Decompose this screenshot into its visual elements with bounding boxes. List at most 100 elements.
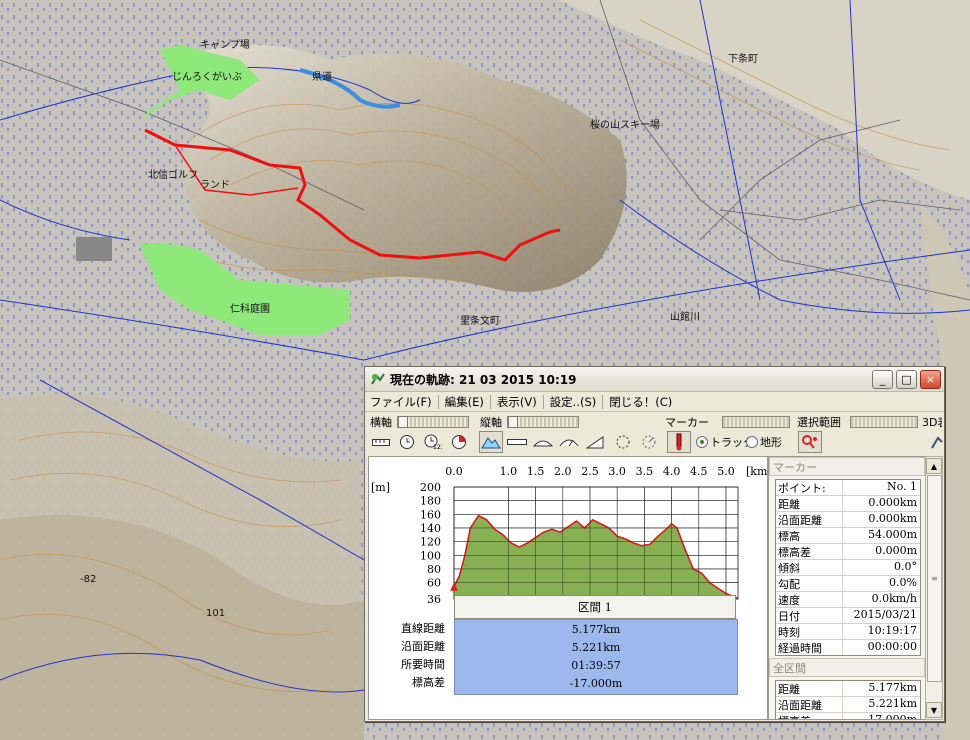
info-value: 5.177km: [868, 681, 917, 694]
info-row: 沿面距離 5.221km: [776, 697, 920, 713]
elevation-diff-label: 標高差: [412, 676, 445, 689]
info-key: 速度: [776, 592, 843, 607]
x-tick-label: 2.0: [554, 465, 572, 478]
slider-knob[interactable]: [508, 416, 518, 428]
info-row: 傾斜 0.0°: [776, 560, 920, 576]
flat-ruler-icon[interactable]: [505, 431, 529, 453]
info-row: 標高差 -17.000m: [776, 713, 920, 719]
marker-grid: ポイント: No. 1 距離 0.000km 沿面距離 0.000km 標高 54.000m 標…: [775, 479, 921, 656]
map-label: じんろくがいぶ: [172, 70, 242, 83]
info-key: 日付: [776, 608, 843, 623]
elevation-profile-window: 現在の軌跡: 21 03 2015 10:19 _ □ × ファイル(F) 編集…: [364, 366, 945, 722]
info-key: 沿面距離: [776, 512, 843, 527]
scroll-down-arrow[interactable]: ▼: [926, 702, 942, 718]
y-tick-label: 100: [420, 549, 441, 562]
thermometer-marker-icon[interactable]: [667, 431, 691, 453]
info-key: 距離: [776, 496, 843, 511]
x-tick-label: 4.0: [663, 465, 681, 478]
info-value: 0.0%: [889, 576, 917, 589]
mountain-profile-icon[interactable]: [479, 431, 503, 453]
info-key: 標高差: [776, 713, 843, 719]
map-label: ランド: [200, 179, 230, 191]
section-header[interactable]: 区間 1: [454, 595, 736, 619]
dashed-circle-icon[interactable]: [611, 431, 635, 453]
toolbar: 横軸 縦軸 マーカー 選択範囲 3D表 123 トラック 地形: [365, 412, 944, 454]
info-value: 00:00:00: [867, 640, 917, 653]
elevation-chart-pane[interactable]: 0.0 1.0 1.5 2.0 2.5 3.0 3.5 4.0 4.5 5.0 [km] 200180…: [368, 456, 768, 720]
info-key: 標高差: [776, 544, 843, 559]
scroll-thumb[interactable]: ≡: [927, 475, 942, 682]
y-tick-label: 36: [427, 593, 441, 606]
y-tick-label: 200: [420, 481, 441, 494]
marker-search-icon[interactable]: [798, 431, 822, 453]
scroll-up-arrow[interactable]: ▲: [926, 458, 942, 474]
title-bar[interactable]: 現在の軌跡: 21 03 2015 10:19 _ □ ×: [365, 367, 944, 392]
y-tick-label: 160: [420, 508, 441, 521]
info-key: 傾斜: [776, 560, 843, 575]
info-value: 0.000m: [875, 544, 917, 557]
info-row: 日付 2015/03/21: [776, 608, 920, 624]
slope-icon[interactable]: [583, 431, 607, 453]
x-tick-label: 3.5: [636, 465, 654, 478]
arc-ruler-icon[interactable]: [531, 431, 555, 453]
menu-edit[interactable]: 編集(E): [440, 394, 489, 410]
marker-slider[interactable]: [722, 416, 790, 428]
clock-icon[interactable]: [395, 431, 419, 453]
slider-knob[interactable]: [398, 416, 408, 428]
minimize-button[interactable]: _: [872, 369, 893, 389]
map-label: 桜の山スキー場: [590, 118, 660, 131]
menu-bar: ファイル(F) 編集(E) 表示(V) 設定..(S) 閉じる！(C): [365, 392, 944, 412]
y-tick-label: 140: [420, 522, 441, 535]
menu-close[interactable]: 閉じる！(C): [604, 394, 677, 410]
elapsed-time-label: 所要時間: [401, 658, 445, 671]
pin-tool-icon[interactable]: [925, 431, 949, 453]
svg-text:123: 123: [433, 444, 442, 450]
map-label: 北信ゴルフ: [148, 168, 198, 181]
h-axis-slider[interactable]: [397, 416, 469, 428]
menu-separator: [437, 394, 439, 409]
info-key: ポイント:: [776, 480, 843, 495]
dashed-circle-alt-icon[interactable]: [637, 431, 661, 453]
gauge-icon[interactable]: [557, 431, 581, 453]
all-sections-grid: 距離 5.177km 沿面距離 5.221km 標高差 -17.000m: [775, 680, 921, 719]
terrain-radio[interactable]: 地形: [746, 434, 782, 450]
map-label: キャンプ場: [200, 38, 250, 51]
maximize-button[interactable]: □: [896, 369, 917, 389]
y-tick-label: 180: [420, 495, 441, 508]
info-value: 0.0°: [894, 560, 917, 573]
info-value: 2015/03/21: [853, 608, 917, 621]
surface-distance-label: 沿面距離: [401, 640, 445, 653]
menu-view[interactable]: 表示(V): [492, 394, 542, 410]
all-sections-group-header: 全区間: [769, 658, 925, 677]
pie-clock-icon[interactable]: [447, 431, 471, 453]
track-radio-dot[interactable]: [696, 436, 708, 448]
menu-separator: [542, 394, 544, 409]
info-key: 沿面距離: [776, 697, 843, 712]
info-value: 10:19:17: [867, 624, 917, 637]
info-panel-scrollbar[interactable]: ▲ ≡ ▼: [925, 456, 943, 720]
x-tick-label: 1.5: [527, 465, 545, 478]
menu-separator: [489, 394, 491, 409]
straight-distance-value: 5.177km: [571, 622, 621, 636]
elapsed-time-value: 01:39:57: [571, 658, 621, 672]
selection-slider[interactable]: [850, 416, 918, 428]
v-axis-slider[interactable]: [507, 416, 579, 428]
info-row: 標高差 0.000m: [776, 544, 920, 560]
terrain-radio-dot[interactable]: [746, 436, 758, 448]
info-row: 経過時間 00:00:00: [776, 640, 920, 655]
map-label: 下条町: [728, 52, 758, 65]
info-value: No. 1: [886, 480, 917, 493]
info-value: 0.0km/h: [871, 592, 917, 605]
info-key: 距離: [776, 681, 843, 696]
close-button[interactable]: ×: [920, 369, 941, 389]
menu-settings[interactable]: 設定..(S): [545, 394, 602, 410]
menu-file[interactable]: ファイル(F): [365, 394, 437, 410]
info-row: 沿面距離 0.000km: [776, 512, 920, 528]
info-row: 時刻 10:19:17: [776, 624, 920, 640]
clock-range-icon[interactable]: 123: [421, 431, 445, 453]
info-panel: マーカー ポイント: No. 1 距離 0.000km 沿面距離 0.000km 標高 54.…: [768, 456, 926, 720]
ruler-icon[interactable]: [369, 431, 393, 453]
terrain-radio-label: 地形: [760, 436, 782, 449]
info-row: 勾配 0.0%: [776, 576, 920, 592]
x-tick-label: 4.5: [690, 465, 708, 478]
